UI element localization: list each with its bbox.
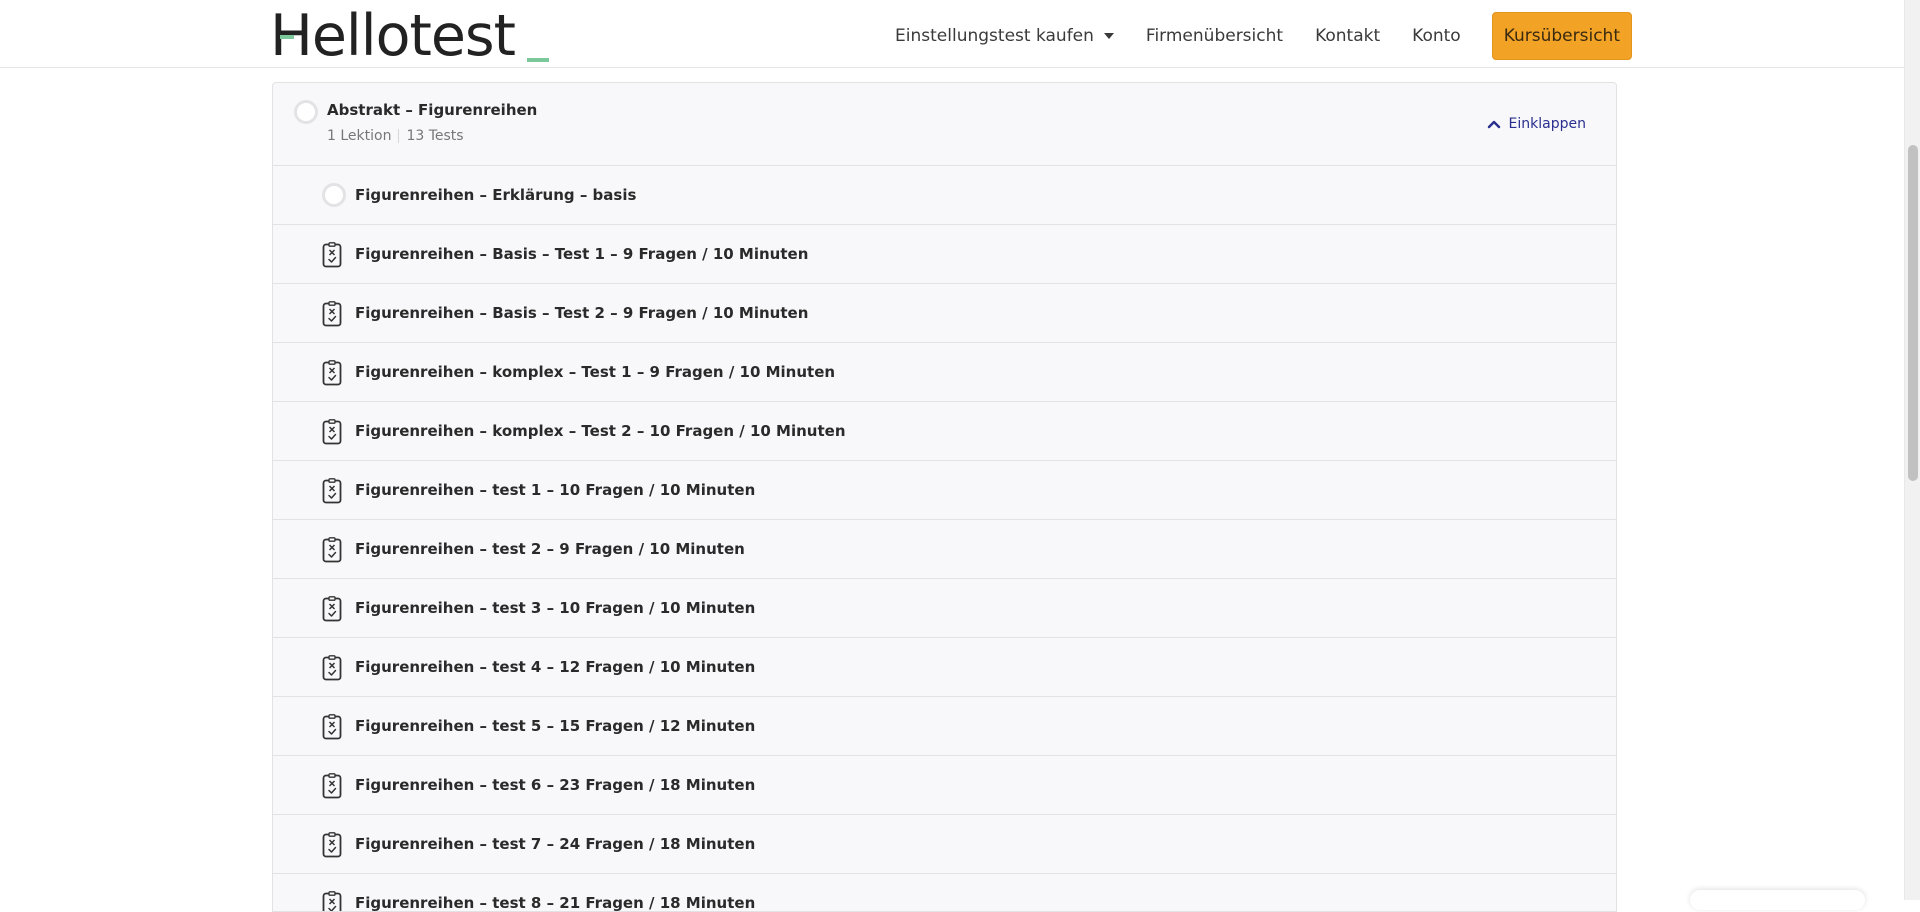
quiz-icon: [322, 714, 342, 744]
row-label: Figurenreihen – test 3 – 10 Fragen / 10 …: [355, 599, 755, 617]
nav-label: Firmenübersicht: [1146, 26, 1283, 46]
chat-widget[interactable]: [1690, 890, 1865, 910]
row-label: Figurenreihen – test 6 – 23 Fragen / 18 …: [355, 776, 755, 794]
row-label: Figurenreihen – test 4 – 12 Fragen / 10 …: [355, 658, 755, 676]
lesson-row[interactable]: Figurenreihen – Erklärung – basis: [273, 166, 1616, 225]
row-label: Figurenreihen – komplex – Test 2 – 10 Fr…: [355, 422, 846, 440]
quiz-row[interactable]: Figurenreihen – test 4 – 12 Fragen / 10 …: [273, 638, 1616, 697]
quiz-row[interactable]: Figurenreihen – Basis – Test 2 – 9 Frage…: [273, 284, 1616, 343]
quiz-row[interactable]: Figurenreihen – test 7 – 24 Fragen / 18 …: [273, 815, 1616, 874]
nav-label: Einstellungstest kaufen: [895, 26, 1094, 46]
course-section: Abstrakt – Figurenreihen 1 Lektion 13 Te…: [272, 82, 1617, 912]
quiz-row[interactable]: Figurenreihen – test 2 – 9 Fragen / 10 M…: [273, 520, 1616, 579]
section-title: Abstrakt – Figurenreihen: [327, 101, 537, 119]
hellotest-logo[interactable]: Hellotest: [270, 2, 549, 64]
row-label: Figurenreihen – test 8 – 21 Fragen / 18 …: [355, 894, 755, 912]
nav-firmenuebersicht[interactable]: Firmenübersicht: [1146, 26, 1283, 46]
quiz-icon: [322, 655, 342, 685]
section-meta: 1 Lektion 13 Tests: [327, 128, 464, 144]
quiz-icon: [322, 301, 342, 331]
collapse-label: Einklappen: [1509, 116, 1586, 132]
section-status-circle-icon: [294, 100, 318, 124]
lesson-list: Figurenreihen – Erklärung – basis Figuren…: [273, 166, 1616, 912]
quiz-row[interactable]: Figurenreihen – Basis – Test 1 – 9 Frage…: [273, 225, 1616, 284]
quiz-icon: [322, 537, 342, 567]
logo-accent-bar: [280, 35, 294, 39]
lesson-count: 1 Lektion: [327, 128, 391, 144]
row-label: Figurenreihen – test 7 – 24 Fragen / 18 …: [355, 835, 755, 853]
row-label: Figurenreihen – komplex – Test 1 – 9 Fra…: [355, 363, 835, 381]
nav-einstellungstest-kaufen[interactable]: Einstellungstest kaufen: [895, 26, 1114, 46]
quiz-row[interactable]: Figurenreihen – komplex – Test 1 – 9 Fra…: [273, 343, 1616, 402]
row-label: Figurenreihen – test 1 – 10 Fragen / 10 …: [355, 481, 755, 499]
quiz-icon: [322, 478, 342, 508]
lesson-status-circle-icon: [322, 183, 346, 207]
main-nav: Einstellungstest kaufen Firmenübersicht …: [895, 12, 1632, 60]
quiz-icon: [322, 242, 342, 272]
quiz-row[interactable]: Figurenreihen – test 1 – 10 Fragen / 10 …: [273, 461, 1616, 520]
row-label: Figurenreihen – test 2 – 9 Fragen / 10 M…: [355, 540, 745, 558]
quiz-icon: [322, 419, 342, 449]
scrollbar-thumb[interactable]: [1908, 145, 1918, 481]
row-label: Figurenreihen – Basis – Test 1 – 9 Frage…: [355, 245, 808, 263]
chevron-up-icon: [1487, 119, 1501, 129]
nav-konto[interactable]: Konto: [1412, 26, 1461, 46]
quiz-icon: [322, 832, 342, 862]
page-scrollbar[interactable]: [1904, 0, 1920, 900]
meta-divider: [398, 129, 399, 143]
quiz-icon: [322, 891, 342, 912]
section-header[interactable]: Abstrakt – Figurenreihen 1 Lektion 13 Te…: [273, 83, 1616, 166]
nav-label: Konto: [1412, 26, 1461, 46]
logo-text: Hellotest: [270, 8, 515, 64]
quiz-row[interactable]: Figurenreihen – test 6 – 23 Fragen / 18 …: [273, 756, 1616, 815]
nav-kontakt[interactable]: Kontakt: [1315, 26, 1380, 46]
site-header: Hellotest Einstellungstest kaufen Firmen…: [0, 0, 1904, 68]
quiz-row[interactable]: Figurenreihen – komplex – Test 2 – 10 Fr…: [273, 402, 1616, 461]
kursuebersicht-button[interactable]: Kursübersicht: [1492, 12, 1632, 60]
logo-underscore: [527, 58, 549, 62]
quiz-icon: [322, 773, 342, 803]
quiz-row[interactable]: Figurenreihen – test 8 – 21 Fragen / 18 …: [273, 874, 1616, 912]
row-label: Figurenreihen – Basis – Test 2 – 9 Frage…: [355, 304, 808, 322]
collapse-button[interactable]: Einklappen: [1487, 116, 1586, 132]
row-label: Figurenreihen – test 5 – 15 Fragen / 12 …: [355, 717, 755, 735]
nav-label: Kontakt: [1315, 26, 1380, 46]
row-label: Figurenreihen – Erklärung – basis: [355, 186, 636, 204]
test-count: 13 Tests: [406, 128, 463, 144]
quiz-icon: [322, 360, 342, 390]
quiz-row[interactable]: Figurenreihen – test 3 – 10 Fragen / 10 …: [273, 579, 1616, 638]
caret-down-icon: [1104, 33, 1114, 39]
quiz-icon: [322, 596, 342, 626]
quiz-row[interactable]: Figurenreihen – test 5 – 15 Fragen / 12 …: [273, 697, 1616, 756]
